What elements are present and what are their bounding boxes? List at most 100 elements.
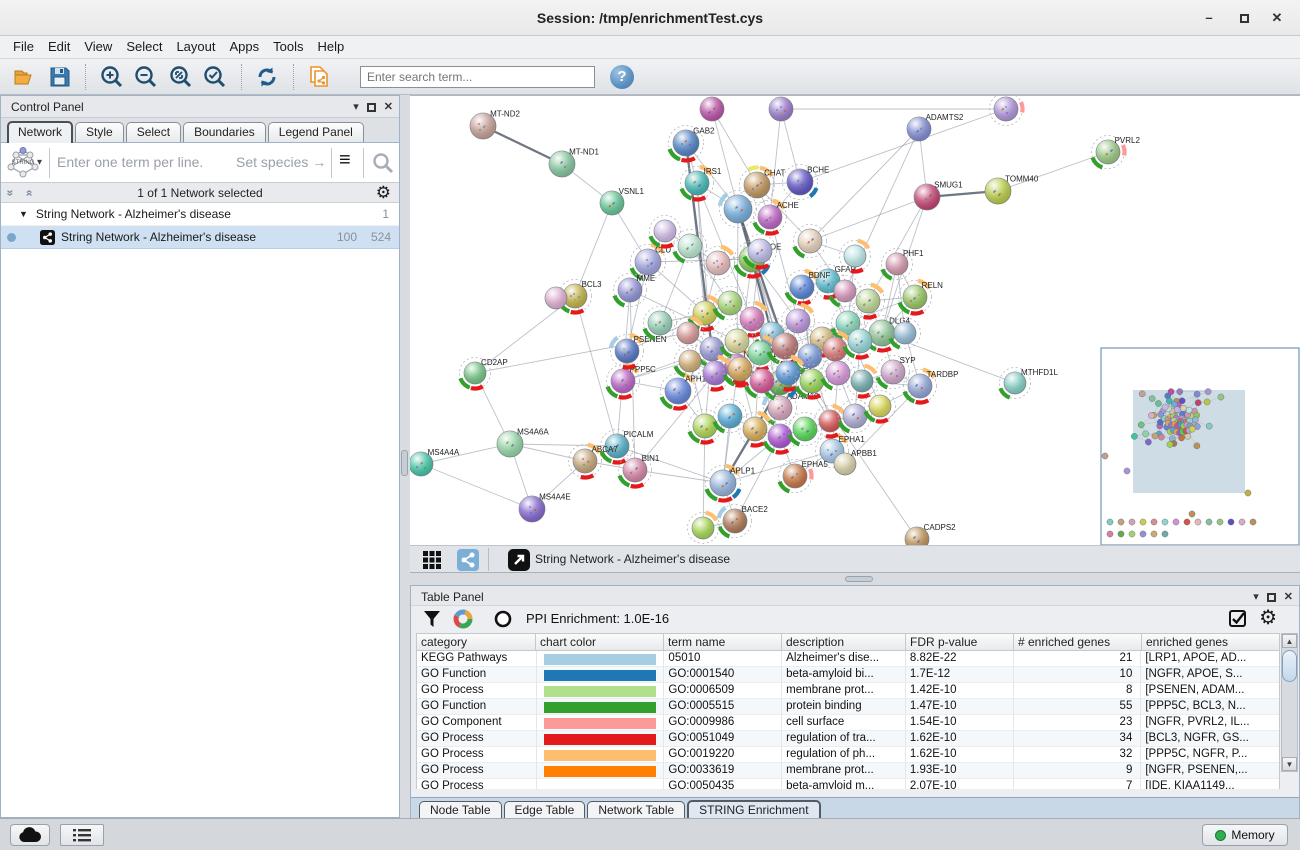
network-node-ppp5c[interactable]: PPP5C: [607, 365, 657, 398]
panel-menu-icon[interactable]: ▾: [1253, 592, 1259, 603]
network-node[interactable]: [702, 247, 735, 280]
network-node-pvrl2[interactable]: PVRL2: [1092, 136, 1141, 169]
network-node[interactable]: [688, 513, 719, 544]
tab-network[interactable]: Network: [7, 121, 73, 143]
tab-style[interactable]: Style: [75, 122, 124, 142]
share-network-icon[interactable]: [457, 548, 479, 572]
table-row[interactable]: GO FunctionGO:0005515protein binding1.47…: [417, 699, 1279, 715]
close-panel-icon[interactable]: ✕: [384, 102, 393, 113]
network-node-cd2ap[interactable]: CD2AP: [460, 358, 508, 389]
scrollbar-thumb[interactable]: [1282, 650, 1297, 682]
table-row[interactable]: GO ProcessGO:0006509membrane prot...1.42…: [417, 683, 1279, 699]
menu-view[interactable]: View: [77, 36, 119, 58]
refresh-icon[interactable]: [252, 62, 282, 92]
open-session-icon[interactable]: [10, 62, 40, 92]
network-node-psenen[interactable]: PSENEN: [611, 335, 667, 368]
tab-string-enrichment[interactable]: STRING Enrichment: [687, 800, 820, 819]
network-node[interactable]: [673, 318, 704, 349]
float-panel-icon[interactable]: [367, 103, 376, 112]
memory-button[interactable]: Memory: [1202, 824, 1288, 846]
network-node[interactable]: [769, 97, 793, 121]
open-view-icon[interactable]: [508, 548, 530, 572]
network-node-ms4a4a[interactable]: MS4A4A: [410, 448, 460, 476]
zoom-in-icon[interactable]: [97, 62, 127, 92]
string-search-icon[interactable]: [371, 151, 395, 175]
network-node-reln[interactable]: RELN: [899, 281, 944, 314]
table-row[interactable]: GO ProcessGO:0051049regulation of tra...…: [417, 731, 1279, 747]
column-header-category[interactable]: category: [416, 633, 536, 651]
table-row[interactable]: GO ComponentGO:0009986cell surface1.54E-…: [417, 715, 1279, 731]
network-node-mme[interactable]: MME: [614, 274, 656, 307]
table-vertical-scrollbar[interactable]: ▲ ▼: [1281, 633, 1298, 772]
table-row[interactable]: GO ProcessGO:0033619membrane prot...1.93…: [417, 763, 1279, 779]
column-header--enriched-genes[interactable]: # enriched genes: [1014, 633, 1142, 651]
network-node[interactable]: [714, 400, 747, 433]
string-dropdown-caret-icon[interactable]: ▾: [37, 157, 42, 168]
menu-edit[interactable]: Edit: [41, 36, 77, 58]
network-node[interactable]: [675, 346, 706, 377]
tab-edge-table[interactable]: Edge Table: [504, 801, 586, 819]
tab-select[interactable]: Select: [126, 122, 181, 142]
network-options-gear-icon[interactable]: ⚙: [376, 184, 391, 201]
network-canvas[interactable]: MT-ND2MT-ND1VSNL1GAB2ADAMTS2PVRL2TOMM40S…: [410, 96, 1300, 546]
menu-select[interactable]: Select: [119, 36, 169, 58]
network-node-tomm40[interactable]: TOMM40: [985, 174, 1039, 204]
horizontal-splitter[interactable]: [410, 573, 1300, 585]
network-node[interactable]: [782, 305, 815, 338]
network-node[interactable]: [700, 97, 724, 121]
filter-icon[interactable]: [423, 610, 441, 628]
network-node[interactable]: [644, 307, 677, 340]
string-query-input[interactable]: Enter one term per line.: [57, 154, 203, 170]
column-header-description[interactable]: description: [782, 633, 906, 651]
tab-legend-panel[interactable]: Legend Panel: [268, 122, 364, 142]
network-node[interactable]: [990, 96, 1023, 126]
network-node-gab2[interactable]: GAB2: [669, 126, 716, 161]
network-node-ms4a4e[interactable]: MS4A4E: [519, 492, 571, 522]
select-columns-icon[interactable]: [1229, 610, 1247, 628]
table-row[interactable]: GO FunctionGO:0001540beta-amyloid bi...1…: [417, 667, 1279, 683]
panel-menu-icon[interactable]: ▾: [353, 102, 359, 113]
column-header-chart-color[interactable]: chart color: [536, 633, 664, 651]
network-node-ms4a6a[interactable]: MS4A6A: [497, 427, 549, 457]
string-options-icon[interactable]: ≡: [339, 149, 351, 172]
network-node-chat[interactable]: CHAT: [740, 168, 786, 203]
network-node-vsnl1[interactable]: VSNL1: [600, 187, 644, 215]
minimize-button[interactable]: –: [1198, 8, 1220, 28]
zoom-fit-icon[interactable]: [166, 62, 196, 92]
ring-chart-icon[interactable]: [493, 609, 513, 629]
network-node[interactable]: [739, 413, 772, 446]
close-panel-icon[interactable]: ✕: [1284, 592, 1293, 603]
scroll-up-icon[interactable]: ▲: [1282, 634, 1297, 648]
network-node[interactable]: [545, 287, 567, 309]
cloud-button[interactable]: [10, 824, 50, 846]
zoom-selected-icon[interactable]: [200, 62, 230, 92]
menu-file[interactable]: File: [6, 36, 41, 58]
network-node-ache[interactable]: ACHE: [754, 201, 799, 234]
float-panel-icon[interactable]: [1267, 593, 1276, 602]
tab-network-table[interactable]: Network Table: [587, 801, 685, 819]
menu-layout[interactable]: Layout: [169, 36, 222, 58]
tab-node-table[interactable]: Node Table: [419, 801, 502, 819]
network-node-mt-nd2[interactable]: MT-ND2: [470, 109, 520, 139]
save-session-icon[interactable]: [45, 62, 75, 92]
table-row[interactable]: GO ProcessGO:0019220regulation of ph...1…: [417, 747, 1279, 763]
table-row[interactable]: GO ProcessGO:0050435beta-amyloid m...2.0…: [417, 779, 1279, 789]
table-row[interactable]: KEGG Pathways05010Alzheimer's dise...8.8…: [417, 651, 1279, 667]
copy-network-icon[interactable]: [304, 62, 334, 92]
close-button[interactable]: ✕: [1266, 8, 1288, 28]
menu-tools[interactable]: Tools: [266, 36, 310, 58]
menu-help[interactable]: Help: [311, 36, 352, 58]
task-list-button[interactable]: [60, 824, 104, 846]
menu-apps[interactable]: Apps: [223, 36, 267, 58]
network-node-mthfd1l[interactable]: MTHFD1L: [1000, 368, 1059, 399]
network-node-bin1[interactable]: BIN1: [619, 454, 660, 487]
vertical-splitter-handle[interactable]: [401, 450, 408, 476]
search-input[interactable]: [360, 66, 595, 88]
network-node[interactable]: [822, 357, 855, 390]
network-node[interactable]: [815, 406, 846, 437]
tab-boundaries[interactable]: Boundaries: [183, 122, 266, 142]
horizontal-splitter-handle[interactable]: [845, 576, 873, 582]
table-settings-gear-icon[interactable]: ⚙: [1259, 608, 1277, 628]
scroll-down-icon[interactable]: ▼: [1282, 757, 1297, 771]
tree-row-collection[interactable]: ▼String Network - Alzheimer's disease1: [1, 203, 399, 226]
